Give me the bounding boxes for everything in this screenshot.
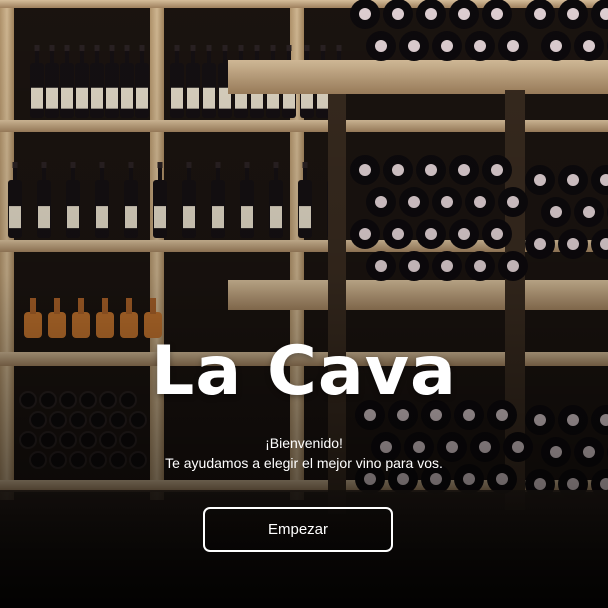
subtitle-text: Te ayudamos a elegir el mejor vino para … <box>165 455 443 471</box>
start-button[interactable]: Empezar <box>203 507 393 552</box>
app-title: La Cava <box>151 332 457 411</box>
welcome-text: ¡Bienvenido! <box>265 435 343 451</box>
